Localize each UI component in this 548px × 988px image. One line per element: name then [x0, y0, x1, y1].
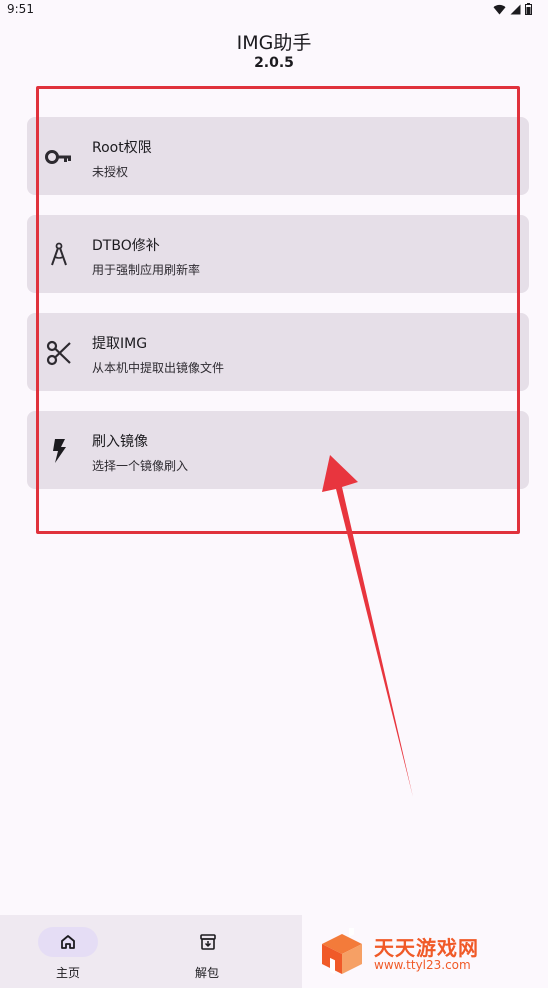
nav-label-home: 主页 [56, 966, 81, 980]
home-icon [61, 935, 75, 949]
archive-download-icon [193, 927, 223, 957]
nav-label-unpack: 解包 [195, 966, 220, 980]
bottom-navigation: 主页 解包 [0, 915, 302, 988]
nav-item-home[interactable]: 主页 [28, 915, 128, 988]
nav-selected-indicator [38, 927, 98, 957]
watermark: 天天游戏网 www.ttyl23.com [318, 920, 518, 978]
watermark-url: www.ttyl23.com [374, 958, 471, 972]
nav-item-unpack[interactable]: 解包 [158, 915, 258, 988]
annotation-arrow [322, 455, 413, 797]
watermark-title: 天天游戏网 [374, 936, 479, 960]
watermark-logo [322, 920, 362, 975]
